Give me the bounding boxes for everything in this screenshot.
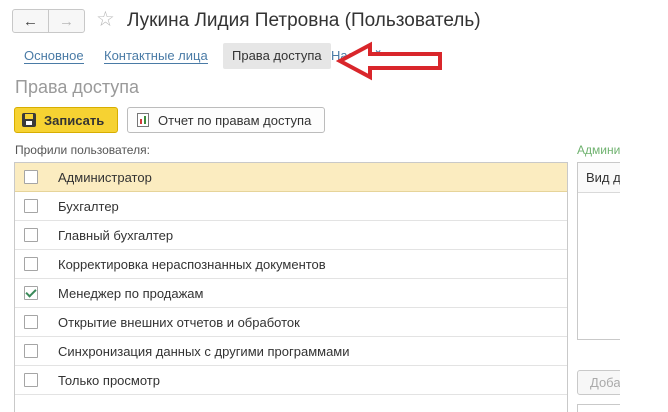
page-title: Лукина Лидия Петровна (Пользователь)	[127, 10, 481, 31]
tab-main-label: Основное	[24, 48, 84, 64]
profiles-list: Администратор Бухгалтер Главный бухгалте…	[14, 162, 568, 412]
profile-checkbox[interactable]	[24, 257, 38, 271]
profile-label: Бухгалтер	[58, 199, 119, 214]
profile-checkbox[interactable]	[24, 170, 38, 184]
tab-contacts[interactable]: Контактные лица	[104, 43, 208, 69]
profile-checkbox[interactable]	[24, 344, 38, 358]
save-button-label: Записать	[44, 112, 105, 128]
access-report-button-label: Отчет по правам доступа	[158, 112, 312, 128]
save-disk-icon	[22, 113, 36, 127]
window-edge	[620, 140, 668, 412]
profile-checkbox[interactable]	[24, 373, 38, 387]
profile-label: Главный бухгалтер	[58, 228, 174, 243]
favorite-star-icon[interactable]: ☆	[96, 8, 115, 32]
red-arrow-annotation	[336, 41, 442, 81]
tab-access-rights[interactable]: Права доступа	[223, 43, 331, 69]
profile-row[interactable]: Бухгалтер	[15, 192, 567, 221]
forward-arrow-icon[interactable]: →	[49, 10, 84, 32]
report-icon	[137, 113, 149, 127]
profile-label: Администратор	[58, 170, 152, 185]
access-report-button[interactable]: Отчет по правам доступа	[127, 107, 325, 133]
tab-contacts-label: Контактные лица	[104, 48, 208, 64]
profile-row[interactable]: Синхронизация данных с другими программа…	[15, 337, 567, 366]
profile-checkbox[interactable]	[24, 315, 38, 329]
admin-panel-label: Админи	[577, 143, 621, 157]
profiles-label: Профили пользователя:	[15, 143, 150, 157]
profile-row[interactable]: Администратор	[15, 163, 567, 192]
profile-label: Корректировка нераспознанных документов	[58, 257, 326, 272]
save-button[interactable]: Записать	[14, 107, 118, 133]
profile-row[interactable]: Открытие внешних отчетов и обработок	[15, 308, 567, 337]
tab-main[interactable]: Основное	[24, 43, 84, 69]
profile-row[interactable]: Главный бухгалтер	[15, 221, 567, 250]
section-title: Права доступа	[15, 77, 140, 97]
profile-label: Менеджер по продажам	[58, 286, 204, 301]
profile-row[interactable]: Только просмотр	[15, 366, 567, 395]
navigation-buttons: ← →	[12, 9, 85, 33]
profile-row-empty	[15, 395, 567, 412]
back-arrow-icon[interactable]: ←	[13, 10, 49, 32]
profile-checkbox-checked[interactable]	[24, 286, 38, 300]
profile-label: Синхронизация данных с другими программа…	[58, 344, 350, 359]
profile-label: Только просмотр	[58, 373, 160, 388]
profile-row[interactable]: Менеджер по продажам	[15, 279, 567, 308]
profile-label: Открытие внешних отчетов и обработок	[58, 315, 300, 330]
profile-checkbox[interactable]	[24, 199, 38, 213]
profile-row[interactable]: Корректировка нераспознанных документов	[15, 250, 567, 279]
tab-access-rights-label: Права доступа	[232, 48, 322, 63]
profile-checkbox[interactable]	[24, 228, 38, 242]
